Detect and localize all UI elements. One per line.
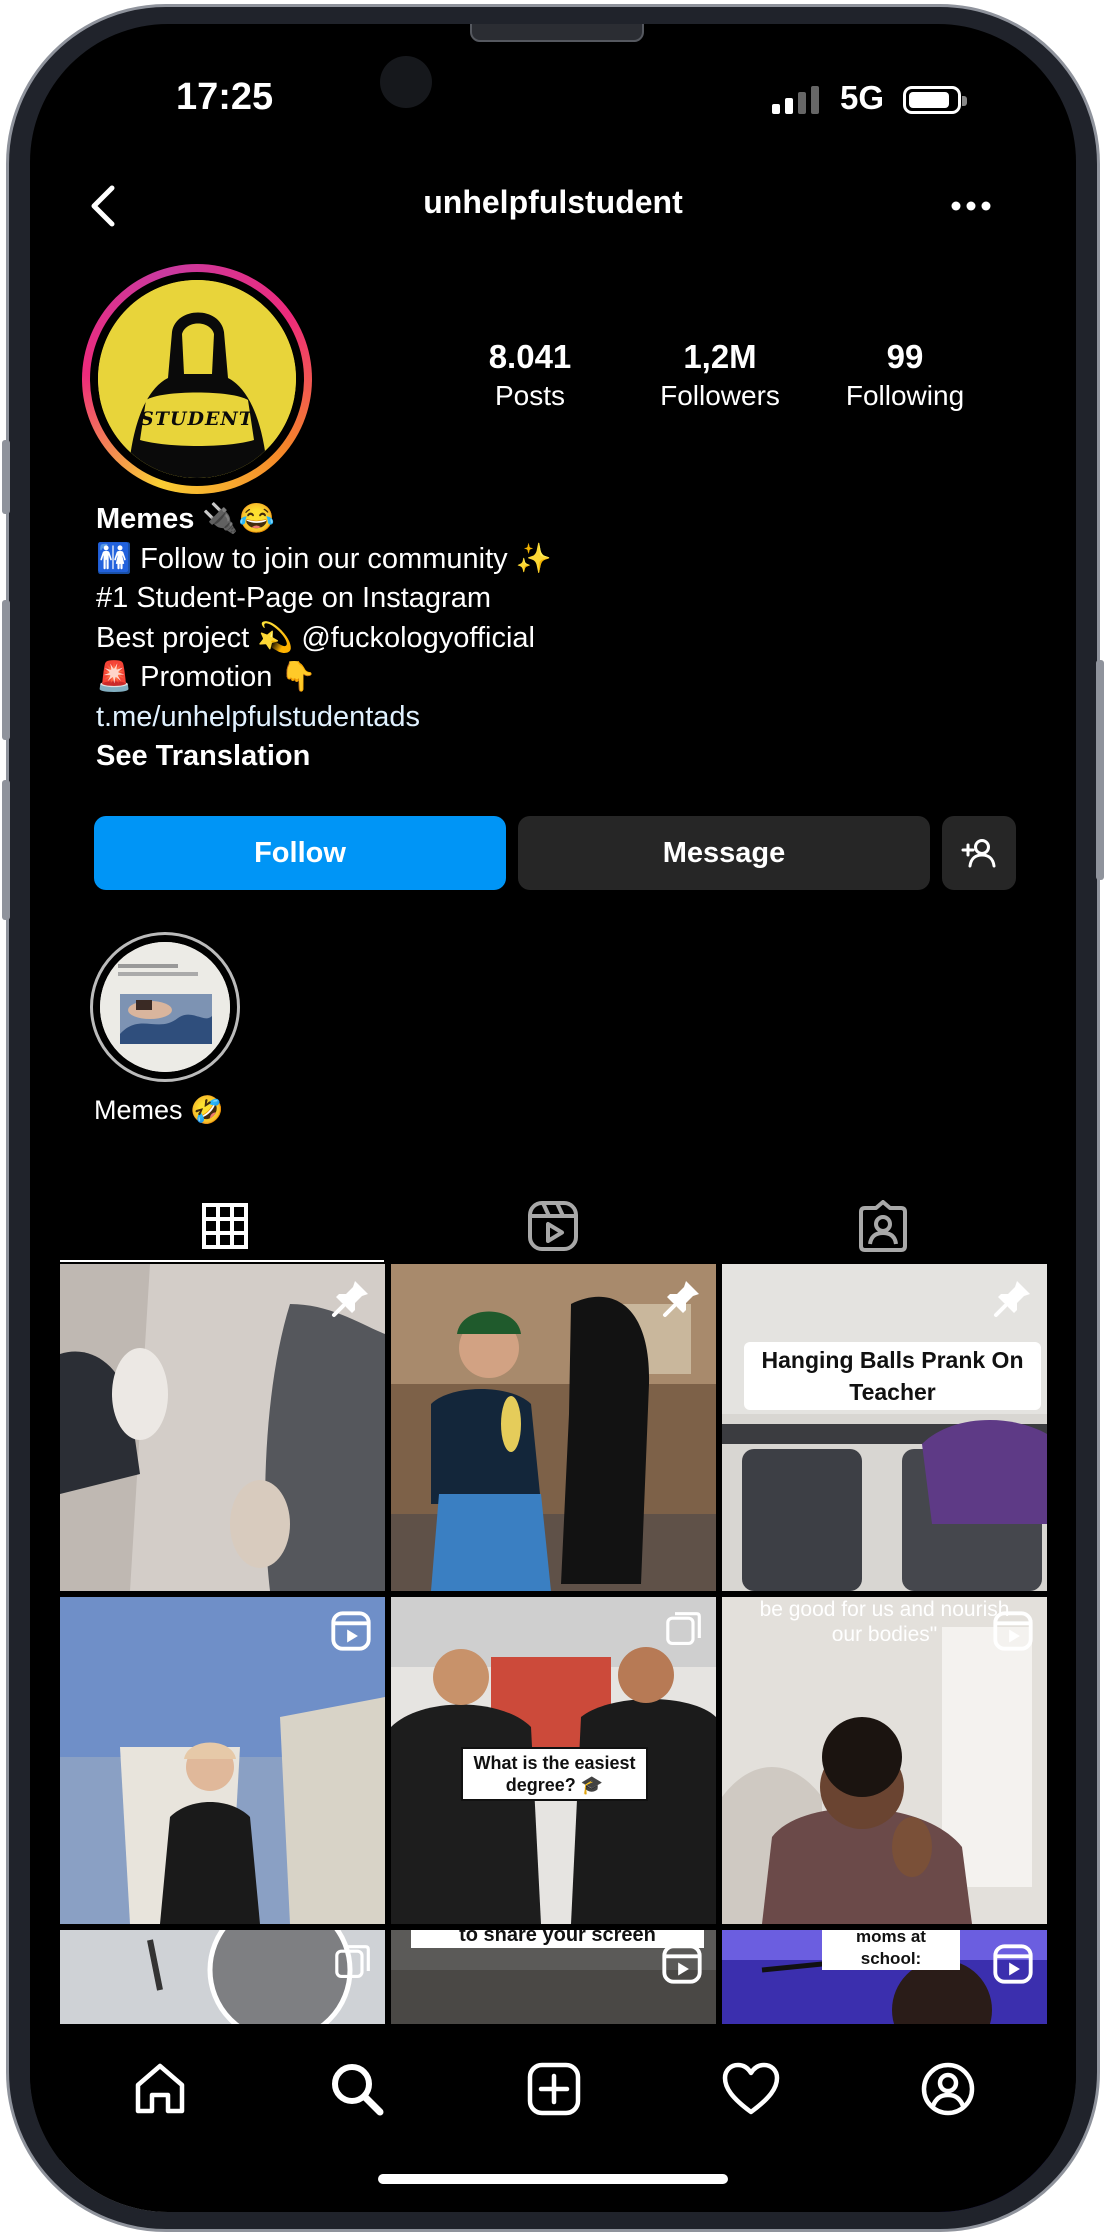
speaker-grille bbox=[470, 24, 644, 42]
bio-line: Best project 💫 @fuckologyofficial bbox=[96, 621, 535, 654]
add-user-icon bbox=[961, 839, 996, 868]
home-indicator[interactable] bbox=[378, 2174, 728, 2184]
story-highlight[interactable] bbox=[90, 932, 240, 1082]
following-label: Following bbox=[845, 380, 965, 411]
message-button[interactable]: Message bbox=[518, 816, 930, 890]
post-thumbnail[interactable]: What is the easiest degree? 🎓 bbox=[391, 1597, 716, 1924]
carousel-icon bbox=[666, 1612, 701, 1645]
bio-line: #1 Student-Page on Instagram bbox=[96, 582, 491, 614]
followers-count[interactable]: 1,2M Followers bbox=[630, 338, 810, 412]
more-options-icon[interactable] bbox=[950, 200, 992, 212]
post-caption: moms at school: bbox=[822, 1930, 960, 1970]
following-count[interactable]: 99 Following bbox=[810, 338, 1000, 412]
reel-icon bbox=[662, 1944, 702, 1984]
bio-name: Memes 🔌😂 bbox=[96, 503, 275, 535]
post-caption: What is the easiest degree? 🎓 bbox=[461, 1747, 648, 1801]
post-thumbnail[interactable]: be good for us and nourish our bodies" bbox=[722, 1597, 1047, 1924]
highlight-label: Memes 🤣 bbox=[94, 1095, 224, 1125]
pin-icon bbox=[663, 1281, 699, 1317]
heart-icon bbox=[722, 2062, 780, 2115]
volume-up-button bbox=[2, 600, 10, 740]
suggested-users-button[interactable] bbox=[942, 816, 1016, 890]
tab-posts-grid[interactable] bbox=[60, 1184, 390, 1268]
screen: 17:25 5G unhelpfulstudent STUDENT 8.041 … bbox=[30, 24, 1076, 2212]
post-thumbnail[interactable] bbox=[60, 1264, 385, 1591]
bio-link[interactable]: t.me/unhelpfulstudentads bbox=[96, 698, 552, 738]
followers-number: 1,2M bbox=[683, 338, 757, 375]
reel-icon bbox=[993, 1944, 1033, 1984]
post-caption: to share your screen bbox=[411, 1930, 704, 1948]
follow-button[interactable]: Follow bbox=[94, 816, 506, 890]
pin-icon bbox=[332, 1281, 368, 1317]
front-camera bbox=[380, 56, 432, 108]
posts-label: Posts bbox=[494, 380, 566, 411]
post-thumbnail[interactable] bbox=[391, 1264, 716, 1591]
hooded-student-logo bbox=[98, 280, 296, 478]
power-button bbox=[1096, 660, 1104, 880]
active-tab-indicator bbox=[60, 1260, 384, 1262]
profile-icon bbox=[921, 2062, 975, 2116]
nav-profile[interactable] bbox=[908, 2054, 988, 2124]
carousel-icon bbox=[335, 1945, 370, 1978]
following-number: 99 bbox=[886, 338, 924, 375]
see-translation-link[interactable]: See Translation bbox=[96, 737, 552, 777]
bottom-navigation bbox=[30, 2024, 1076, 2212]
nav-activity[interactable] bbox=[711, 2054, 791, 2124]
avatar-logo-text: STUDENT bbox=[140, 408, 254, 430]
signal-icon bbox=[772, 86, 819, 114]
grid-icon bbox=[202, 1203, 248, 1249]
battery-icon bbox=[903, 86, 967, 114]
reel-icon bbox=[993, 1611, 1033, 1651]
post-caption: Hanging Balls Prank On Teacher bbox=[744, 1342, 1041, 1410]
tab-tagged[interactable] bbox=[718, 1184, 1048, 1268]
nav-create[interactable] bbox=[514, 2054, 594, 2124]
post-thumbnail[interactable]: Hanging Balls Prank On Teacher bbox=[722, 1264, 1047, 1591]
volume-down-button bbox=[2, 780, 10, 920]
nav-home[interactable] bbox=[120, 2054, 200, 2124]
tagged-icon bbox=[859, 1200, 907, 1252]
profile-bio: Memes 🔌😂 🚻 Follow to join our community … bbox=[96, 500, 552, 777]
nav-search[interactable] bbox=[317, 2054, 397, 2124]
profile-username: unhelpfulstudent bbox=[423, 184, 683, 220]
tab-reels[interactable] bbox=[388, 1184, 718, 1268]
create-icon bbox=[527, 2062, 581, 2116]
bio-line: 🚨 Promotion 👇 bbox=[96, 661, 317, 693]
silent-switch bbox=[2, 440, 10, 514]
posts-number: 8.041 bbox=[488, 338, 572, 375]
posts-count: 8.041 Posts bbox=[440, 338, 620, 412]
highlight-cover bbox=[100, 942, 230, 1072]
bio-line: 🚻 Follow to join our community ✨ bbox=[96, 542, 552, 575]
avatar-story-ring[interactable]: STUDENT bbox=[82, 264, 312, 494]
post-caption: be good for us and nourish our bodies" bbox=[759, 1598, 1010, 1646]
post-thumbnail[interactable] bbox=[60, 1597, 385, 1924]
search-icon bbox=[332, 2064, 384, 2116]
status-time: 17:25 bbox=[176, 76, 274, 118]
avatar: STUDENT bbox=[98, 280, 296, 478]
network-type: 5G bbox=[840, 79, 885, 116]
home-icon bbox=[135, 2063, 185, 2114]
followers-label: Followers bbox=[660, 380, 780, 411]
reel-icon bbox=[331, 1611, 371, 1651]
pin-icon bbox=[994, 1281, 1030, 1317]
reels-icon bbox=[528, 1201, 578, 1251]
